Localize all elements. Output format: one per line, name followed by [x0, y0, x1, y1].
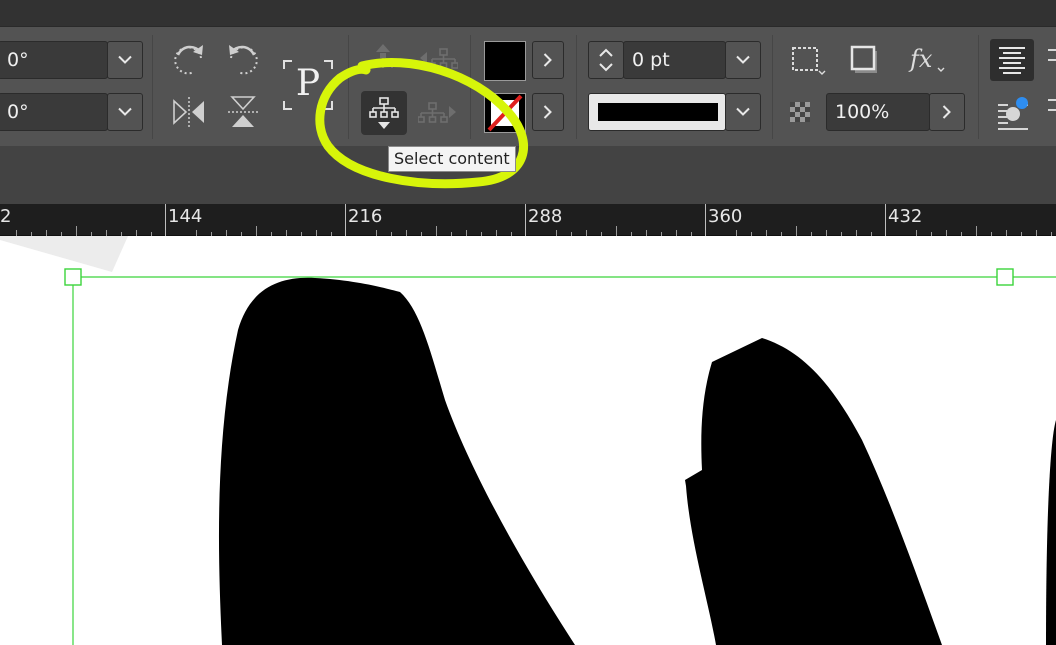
ruler-label: 360	[708, 206, 743, 227]
up-down-arrows-icon	[599, 48, 613, 72]
chevron-down-icon	[118, 107, 132, 116]
clipped-controls	[1048, 41, 1056, 131]
rotate-counterclockwise-icon[interactable]	[224, 41, 262, 79]
stroke-weight-field[interactable]: 0 pt	[623, 41, 726, 79]
chevron-down-icon	[736, 107, 750, 116]
opacity-value: 100%	[835, 101, 890, 123]
ruler-major-tick	[705, 204, 706, 236]
drop-shadow-icon[interactable]	[846, 43, 884, 77]
ruler-major-tick	[165, 204, 166, 236]
align-icon	[999, 47, 1025, 74]
separator	[576, 35, 577, 139]
stroke-type-icon[interactable]	[588, 93, 726, 131]
shear-angle-value: 0°	[7, 101, 29, 123]
stroke-type-dropdown[interactable]	[725, 93, 761, 131]
stroke-weight-value: 0 pt	[632, 49, 670, 71]
ruler-major-tick	[345, 204, 346, 236]
artwork-shape-right[interactable]	[1046, 420, 1056, 645]
opacity-field[interactable]: 100%	[826, 93, 930, 131]
rotation-angle-field[interactable]: 0°	[0, 41, 108, 79]
ruler-label: 288	[528, 206, 563, 227]
rotate-clockwise-icon[interactable]	[170, 41, 208, 79]
separator	[152, 35, 153, 139]
highlight-annotation-circle	[315, 58, 528, 189]
tooltip-text: Select content	[394, 149, 510, 168]
ruler-label: 144	[168, 206, 203, 227]
chevron-down-icon	[118, 55, 132, 64]
frame-handle-top-left[interactable]	[64, 268, 82, 286]
flip-vertical-icon[interactable]	[224, 93, 262, 131]
document-canvas[interactable]	[0, 236, 1056, 645]
frame-handle-top-right[interactable]	[996, 268, 1014, 286]
stroke-weight-dropdown[interactable]	[725, 41, 761, 79]
separator	[772, 35, 773, 139]
wrap-icon[interactable]	[994, 95, 1034, 133]
ruler-major-tick	[885, 204, 886, 236]
menu-bar	[0, 0, 1056, 26]
stroke-type-preview	[598, 103, 718, 121]
ruler-label: 216	[348, 206, 383, 227]
horizontal-ruler[interactable]: 2 144 216 288 360 432	[0, 204, 1056, 236]
effects-icon[interactable]: fx	[908, 43, 948, 77]
small-chevron-down-icon	[937, 67, 945, 72]
ruler-label: 432	[888, 206, 923, 227]
artwork-shape-left[interactable]	[218, 277, 575, 645]
chevron-right-icon	[942, 105, 951, 119]
shear-angle-dropdown[interactable]	[107, 93, 143, 131]
tooltip: Select content	[388, 146, 516, 172]
opacity-icon	[790, 102, 810, 122]
frame-fitting-icon[interactable]	[788, 43, 828, 77]
ruler-major-tick	[525, 204, 526, 236]
opacity-slider-button[interactable]	[929, 93, 965, 131]
separator	[978, 35, 979, 139]
rotation-angle-dropdown[interactable]	[107, 41, 143, 79]
artwork-shape-middle[interactable]	[685, 338, 942, 645]
shear-angle-field[interactable]: 0°	[0, 93, 108, 131]
flip-horizontal-icon[interactable]	[170, 93, 208, 131]
pasteboard-shadow	[0, 236, 128, 272]
align-button[interactable]	[990, 39, 1034, 81]
rotation-angle-value: 0°	[7, 49, 29, 71]
stroke-weight-stepper[interactable]	[588, 41, 624, 79]
effects-label: fx	[910, 45, 933, 73]
chevron-down-icon	[736, 55, 750, 64]
ruler-label: 2	[0, 206, 12, 227]
